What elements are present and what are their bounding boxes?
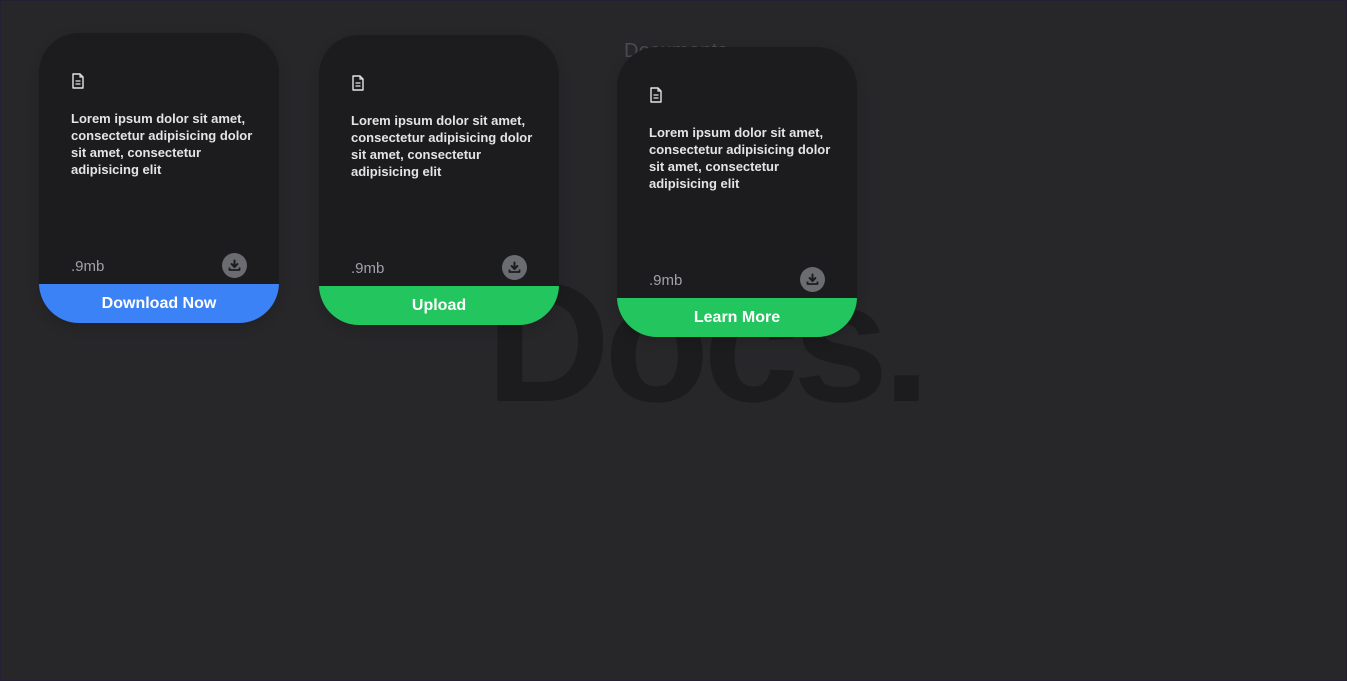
file-size: .9mb <box>71 258 105 275</box>
file-icon <box>71 73 85 89</box>
card-description: Lorem ipsum dolor sit amet, consectetur … <box>649 125 831 191</box>
file-size: .9mb <box>649 272 683 289</box>
document-card: Lorem ipsum dolor sit amet, consectetur … <box>617 47 857 337</box>
learn-more-button[interactable]: Learn More <box>617 298 857 337</box>
download-icon[interactable] <box>502 255 527 280</box>
file-size: .9mb <box>351 260 385 277</box>
download-icon[interactable] <box>800 267 825 292</box>
download-now-button[interactable]: Download Now <box>39 284 279 323</box>
file-icon <box>351 75 365 91</box>
file-icon <box>649 87 663 103</box>
card-description: Lorem ipsum dolor sit amet, consectetur … <box>351 113 533 179</box>
upload-button[interactable]: Upload <box>319 286 559 325</box>
document-card: Lorem ipsum dolor sit amet, consectetur … <box>39 33 279 323</box>
card-description: Lorem ipsum dolor sit amet, consectetur … <box>71 111 253 177</box>
download-icon[interactable] <box>222 253 247 278</box>
document-card: Lorem ipsum dolor sit amet, consectetur … <box>319 35 559 325</box>
